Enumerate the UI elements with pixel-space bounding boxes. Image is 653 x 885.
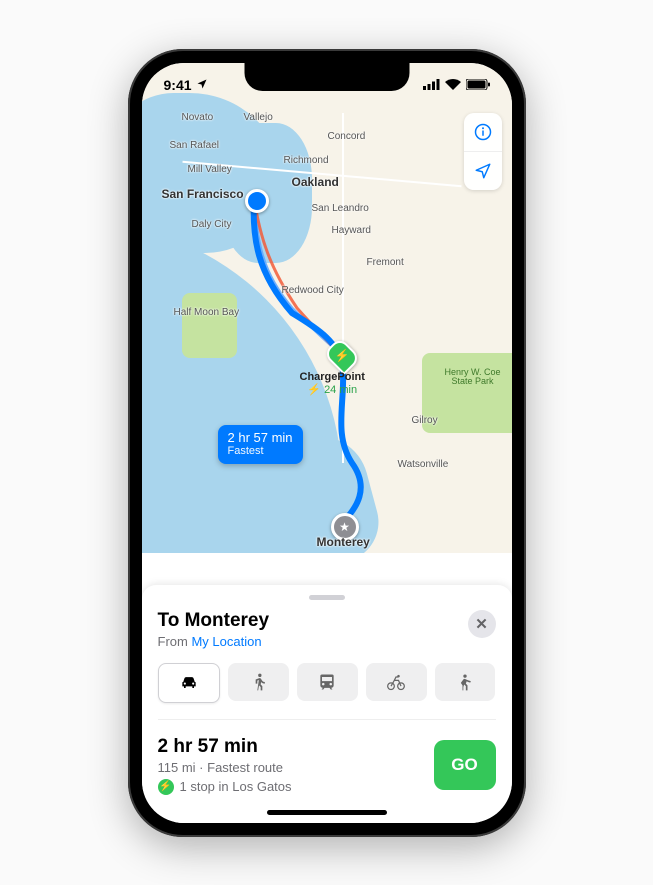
go-button[interactable]: GO <box>434 740 496 790</box>
directions-sheet[interactable]: To Monterey From My Location ✕ <box>142 585 512 823</box>
charging-stop-label[interactable]: ChargePoint ⚡ 24 min <box>300 371 365 396</box>
origin-marker[interactable] <box>245 189 269 213</box>
city-monterey: Monterey <box>317 535 370 549</box>
car-icon <box>179 673 199 693</box>
locate-me-button[interactable] <box>464 151 502 190</box>
sheet-grabber[interactable] <box>309 595 345 600</box>
screen: 9:41 <box>142 63 512 823</box>
route-summary-row[interactable]: 2 hr 57 min 115 mi · Fastest route ⚡ 1 s… <box>158 719 496 795</box>
city-gilroy: Gilroy <box>412 415 438 426</box>
mode-walk[interactable] <box>228 663 289 701</box>
mode-transit[interactable] <box>297 663 358 701</box>
from-label: From <box>158 634 188 649</box>
callout-badge: Fastest <box>228 445 293 458</box>
city-san-rafael: San Rafael <box>170 140 219 151</box>
city-oakland: Oakland <box>292 175 339 189</box>
home-indicator[interactable] <box>267 810 387 815</box>
cellular-icon <box>423 77 440 93</box>
battery-icon <box>466 77 490 93</box>
from-location-link[interactable]: My Location <box>191 634 261 649</box>
mode-drive[interactable] <box>158 663 221 703</box>
charge-stop-time: 24 min <box>324 384 357 396</box>
map-controls <box>464 113 502 190</box>
location-arrow-icon <box>196 77 208 93</box>
route-distance: 115 mi <box>158 760 196 775</box>
route-duration: 2 hr 57 min <box>158 736 292 758</box>
park-label: Henry W. Coe State Park <box>434 368 512 388</box>
city-san-leandro: San Leandro <box>312 203 369 214</box>
city-mill-valley: Mill Valley <box>188 164 232 175</box>
close-button[interactable]: ✕ <box>468 610 496 638</box>
city-san-francisco: San Francisco <box>162 187 244 201</box>
route-stop-text: 1 stop in Los Gatos <box>180 779 292 794</box>
mode-ride[interactable] <box>435 663 496 701</box>
city-novato: Novato <box>182 112 214 123</box>
city-fremont: Fremont <box>367 257 404 268</box>
close-icon: ✕ <box>475 615 488 633</box>
bicycle-icon <box>386 672 406 692</box>
charge-stop-name: ChargePoint <box>300 371 365 383</box>
transport-mode-row <box>158 663 496 703</box>
walk-icon <box>249 672 269 692</box>
callout-duration: 2 hr 57 min <box>228 431 293 446</box>
transit-icon <box>317 672 337 692</box>
destination-title: To Monterey <box>158 610 270 632</box>
city-hayward: Hayward <box>332 225 371 236</box>
mode-cycle[interactable] <box>366 663 427 701</box>
route-qualifier: Fastest route <box>207 760 283 775</box>
map-info-button[interactable] <box>464 113 502 151</box>
city-redwood-city: Redwood City <box>282 285 344 296</box>
map-view[interactable]: Henry W. Coe State Park ⚡ ChargePoint ⚡ … <box>142 63 512 553</box>
city-daly-city: Daly City <box>192 219 232 230</box>
bolt-icon: ⚡ <box>158 779 174 795</box>
city-watsonville: Watsonville <box>398 459 449 470</box>
city-half-moon-bay: Half Moon Bay <box>174 307 240 318</box>
charging-stop-pin[interactable]: ⚡ <box>322 336 360 374</box>
phone-frame: 9:41 <box>128 49 526 837</box>
city-concord: Concord <box>328 131 366 142</box>
notch <box>244 63 409 91</box>
city-richmond: Richmond <box>284 155 329 166</box>
city-vallejo: Vallejo <box>244 112 273 123</box>
rideshare-icon <box>455 672 475 692</box>
wifi-icon <box>445 77 461 93</box>
route-callout[interactable]: 2 hr 57 min Fastest <box>218 425 303 465</box>
status-time: 9:41 <box>164 77 192 93</box>
bolt-icon: ⚡ <box>307 384 321 396</box>
